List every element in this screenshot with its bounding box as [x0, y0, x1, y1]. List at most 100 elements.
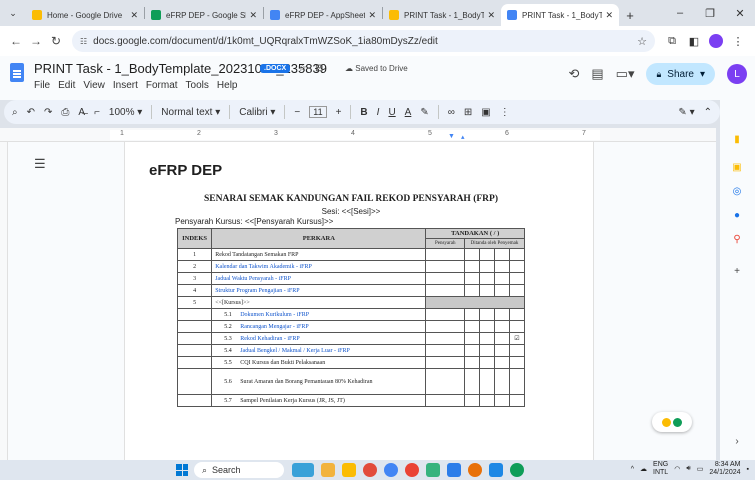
menu-edit[interactable]: Edit	[58, 80, 75, 91]
photos-icon[interactable]	[489, 463, 503, 477]
pensyarah-check-cell[interactable]	[425, 344, 465, 357]
zoom-select[interactable]: 100% ▾	[109, 107, 142, 118]
extensions-icon[interactable]: ⧉	[661, 35, 683, 48]
tab-search-chevron-icon[interactable]: ⌄	[0, 0, 26, 26]
comment-icon[interactable]: ⊞	[464, 107, 472, 118]
row-perkara[interactable]: 5.2 Rancangan Mengajar - iFRP	[211, 320, 427, 333]
calendar-icon[interactable]: ▣	[730, 160, 744, 174]
reviewer-check-cell[interactable]	[493, 284, 510, 297]
battery-icon[interactable]: ▭	[697, 465, 704, 473]
spellcheck-icon[interactable]: A̶	[78, 107, 85, 118]
wifi-icon[interactable]: ◠	[674, 465, 680, 473]
reviewer-check-cell[interactable]	[493, 248, 510, 261]
tab-stop-icon[interactable]: ▴	[461, 133, 465, 141]
reviewer-check-cell[interactable]	[478, 394, 495, 407]
maps-icon[interactable]: ⚲	[730, 232, 744, 246]
reviewer-check-cell[interactable]	[464, 344, 480, 357]
row-perkara[interactable]: 5.1 Dokumen Kurikulum - iFRP	[211, 308, 427, 321]
tasks-icon[interactable]: ◎	[730, 184, 744, 198]
horizontal-ruler[interactable]: 1 2 3 4 5 6 7 ▼ ▴	[0, 128, 716, 142]
reviewer-check-cell[interactable]	[464, 368, 480, 395]
url-field[interactable]: ☷ docs.google.com/document/d/1k0mt_UQRqr…	[72, 30, 655, 52]
reviewer-check-cell[interactable]	[493, 344, 510, 357]
reviewer-check-cell[interactable]	[493, 308, 510, 321]
reviewer-check-cell[interactable]	[478, 308, 495, 321]
more-options-icon[interactable]: ⋮	[500, 107, 510, 118]
close-window-icon[interactable]: ✕	[725, 7, 755, 20]
text-color-button[interactable]: A	[405, 107, 412, 118]
indent-marker-icon[interactable]: ▼	[448, 133, 455, 140]
reviewer-check-cell[interactable]: ☑	[508, 332, 526, 345]
move-folder-icon[interactable]: ⊡	[315, 63, 323, 74]
tray-overflow-icon[interactable]: ^	[631, 466, 634, 473]
collapse-menus-icon[interactable]: ⌃	[704, 107, 712, 118]
taskbar-search[interactable]: ⌕ Search	[194, 462, 284, 478]
reviewer-check-cell[interactable]	[478, 356, 495, 369]
notification-icon[interactable]: ▪	[747, 466, 749, 473]
close-tab-icon[interactable]: ✕	[368, 10, 376, 21]
close-tab-icon[interactable]: ✕	[605, 10, 613, 21]
print-icon[interactable]: ⎙	[61, 107, 69, 118]
language-indicator[interactable]: ENG INTL	[653, 461, 668, 477]
forward-icon[interactable]: →	[26, 34, 46, 48]
reviewer-check-cell[interactable]	[464, 272, 480, 285]
chrome-profile-icon[interactable]	[510, 463, 524, 477]
row-label[interactable]: Jadual Bengkel / Makmal / Kerja Luar - i…	[240, 348, 350, 354]
row-perkara[interactable]: Kalendar dan Takwim Akademik - iFRP	[211, 260, 427, 273]
meet-icon[interactable]: ▭▾	[616, 66, 635, 82]
undo-icon[interactable]: ↶	[27, 107, 35, 118]
row-label[interactable]: Rekod Kehadiran - iFRP	[240, 336, 300, 342]
reviewer-check-cell[interactable]	[493, 260, 510, 273]
drive-icon[interactable]	[384, 463, 398, 477]
browser-tab-active[interactable]: PRINT Task - 1_BodyTempl ✕	[501, 4, 619, 26]
weather-icon[interactable]	[292, 463, 314, 477]
get-addons-icon[interactable]: +	[730, 264, 744, 278]
reviewer-check-cell[interactable]	[464, 284, 480, 297]
file-explorer-icon[interactable]	[342, 463, 356, 477]
highlight-icon[interactable]: ✎	[420, 107, 428, 118]
browser-tab[interactable]: PRINT Task - 1_BodyTempl ✕	[383, 4, 501, 26]
reviewer-check-cell[interactable]	[478, 248, 495, 261]
reviewer-check-cell[interactable]	[464, 356, 480, 369]
font-select[interactable]: Calibri ▾	[239, 107, 275, 118]
menu-view[interactable]: View	[83, 80, 105, 91]
close-tab-icon[interactable]: ✕	[130, 10, 138, 21]
row-perkara[interactable]: 5.4 Jadual Bengkel / Makmal / Kerja Luar …	[211, 344, 427, 357]
pensyarah-check-cell[interactable]	[425, 394, 465, 407]
minimize-icon[interactable]: –	[665, 7, 695, 19]
reviewer-check-cell[interactable]	[478, 332, 495, 345]
menu-file[interactable]: File	[34, 80, 50, 91]
pensyarah-check-cell[interactable]	[425, 332, 465, 345]
new-tab-button[interactable]: +	[619, 4, 641, 26]
share-button[interactable]: 🔒︎ Share ▾	[646, 63, 715, 85]
reviewer-check-cell[interactable]	[508, 344, 526, 357]
row-label[interactable]: Kalendar dan Takwim Akademik - iFRP	[215, 264, 312, 270]
menu-help[interactable]: Help	[217, 80, 238, 91]
reviewer-check-cell[interactable]	[508, 272, 526, 285]
decrease-font-size-button[interactable]: −	[294, 107, 300, 118]
document-page[interactable]: eFRP DEP SENARAI SEMAK KANDUNGAN FAIL RE…	[124, 142, 594, 460]
reviewer-check-cell[interactable]	[478, 272, 495, 285]
star-icon[interactable]: ☆	[298, 63, 307, 74]
reviewer-check-cell[interactable]	[508, 308, 526, 321]
editing-mode-icon[interactable]: ✎ ▾	[678, 107, 694, 118]
back-icon[interactable]: ←	[6, 34, 26, 48]
reviewer-check-cell[interactable]	[464, 308, 480, 321]
reviewer-check-cell[interactable]	[493, 368, 510, 395]
contacts-icon[interactable]: ●	[730, 208, 744, 222]
checkbox-icon[interactable]: ☑	[514, 336, 519, 342]
row-label[interactable]: Dokumen Kurikulum - iFRP	[240, 312, 309, 318]
reviewer-check-cell[interactable]	[464, 332, 480, 345]
bold-button[interactable]: B	[360, 107, 367, 118]
reviewer-check-cell[interactable]	[508, 394, 526, 407]
reviewer-check-cell[interactable]	[464, 320, 480, 333]
reviewer-check-cell[interactable]	[478, 368, 495, 395]
pensyarah-check-cell[interactable]	[425, 368, 465, 395]
browser-tab[interactable]: eFRP DEP - AppSheet ✕	[264, 4, 382, 26]
volume-icon[interactable]: 🔊︎	[686, 465, 690, 473]
close-tab-icon[interactable]: ✕	[249, 10, 257, 21]
browser-tab[interactable]: eFRP DEP - Google Sheets ✕	[145, 4, 263, 26]
assistant-chip[interactable]	[652, 412, 692, 432]
document-outline-icon[interactable]: ☰	[34, 156, 46, 172]
reviewer-check-cell[interactable]	[508, 368, 526, 395]
